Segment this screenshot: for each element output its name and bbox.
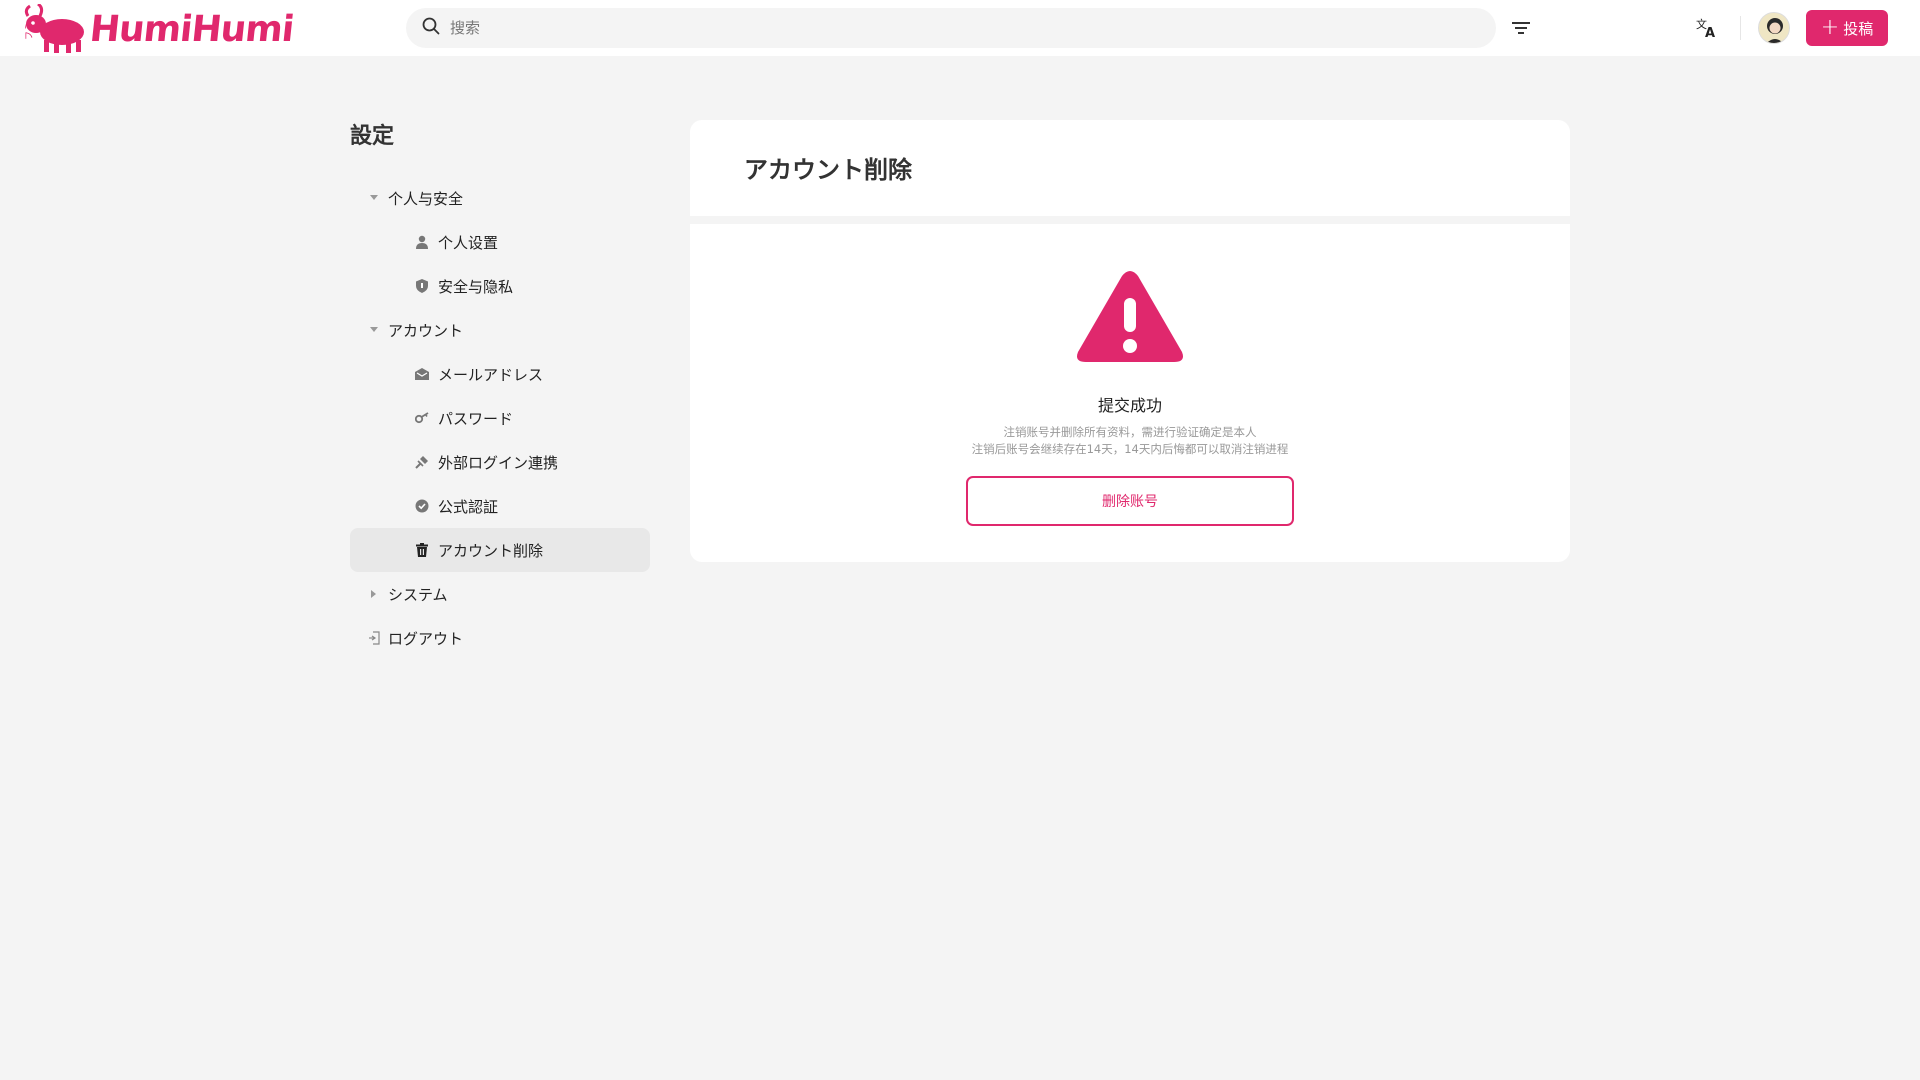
- nav-item-label: 安全与隐私: [438, 277, 514, 296]
- nav-item-label: パスワード: [438, 409, 514, 428]
- nav-item-personal-settings[interactable]: 个人设置: [350, 220, 650, 264]
- description-line: 注销账号并删除所有资料，需进行验证确定是本人: [1003, 425, 1257, 439]
- nav-item-label: 公式認証: [438, 497, 499, 516]
- mail-icon: [414, 366, 430, 382]
- nav-item-logout[interactable]: ログアウト: [350, 616, 650, 660]
- svg-text:フミ: フミ: [25, 22, 35, 40]
- chevron-down-icon: [366, 195, 382, 201]
- logout-icon: [366, 631, 382, 645]
- settings-title: 設定: [350, 124, 395, 149]
- result-description: 注销账号并删除所有资料，需进行验证确定是本人 注销后账号会继续存在14天，14天…: [690, 424, 1570, 458]
- nav-item-password[interactable]: パスワード: [350, 396, 650, 440]
- nav-item-label: アカウント削除: [438, 541, 544, 560]
- post-button-label: 投稿: [1843, 19, 1874, 38]
- page-header-card: アカウント削除: [690, 120, 1570, 216]
- link-icon: [414, 454, 430, 470]
- person-icon: [414, 234, 430, 250]
- header-divider: [1740, 16, 1741, 40]
- settings-nav: 个人与安全 个人设置 安全与隐私 アカウント メールアドレス パスワード 外部ロ…: [350, 176, 650, 660]
- nav-group-account[interactable]: アカウント: [350, 308, 650, 352]
- nav-group-label: システム: [388, 585, 448, 604]
- verified-icon: [414, 498, 430, 514]
- result-title: 提交成功: [1097, 396, 1162, 415]
- brand-wordmark: HumiHumi: [87, 8, 296, 50]
- nav-group-personal-security[interactable]: 个人与安全: [350, 176, 650, 220]
- nav-item-email[interactable]: メールアドレス: [350, 352, 650, 396]
- description-line: 注销后账号会继续存在14天，14天内后悔都可以取消注销进程: [971, 442, 1289, 456]
- warning-icon: [1074, 270, 1186, 366]
- nav-item-official-verification[interactable]: 公式認証: [350, 484, 650, 528]
- nav-item-label: メールアドレス: [438, 365, 544, 384]
- filter-icon[interactable]: [1508, 14, 1534, 42]
- shield-icon: [414, 278, 430, 294]
- page-title: アカウント削除: [744, 156, 912, 184]
- nav-item-label: 个人设置: [438, 233, 499, 252]
- search-icon: [422, 17, 440, 39]
- chevron-right-icon: [366, 590, 382, 598]
- trash-icon: [414, 542, 430, 558]
- delete-account-button[interactable]: 删除账号: [966, 476, 1294, 526]
- bull-logo-icon: フミ: [22, 2, 88, 54]
- search-bar[interactable]: [406, 8, 1496, 48]
- svg-text:A: A: [1705, 26, 1715, 39]
- nav-item-security-privacy[interactable]: 安全与隐私: [350, 264, 650, 308]
- result-card: 提交成功 注销账号并删除所有资料，需进行验证确定是本人 注销后账号会继续存在14…: [690, 224, 1570, 562]
- nav-item-account-delete[interactable]: アカウント削除: [350, 528, 650, 572]
- humihumi-logo[interactable]: フミ HumiHumi: [22, 2, 296, 54]
- nav-item-label: 外部ログイン連携: [438, 453, 559, 472]
- plus-icon: +: [1820, 15, 1840, 40]
- logout-label: ログアウト: [388, 629, 464, 648]
- nav-group-label: 个人与安全: [388, 189, 464, 208]
- nav-item-external-login[interactable]: 外部ログイン連携: [350, 440, 650, 484]
- key-icon: [414, 410, 430, 426]
- post-button[interactable]: + 投稿: [1806, 10, 1888, 46]
- avatar[interactable]: [1758, 12, 1790, 44]
- translate-icon[interactable]: 文 A: [1694, 14, 1722, 42]
- nav-group-system[interactable]: システム: [350, 572, 650, 616]
- search-input[interactable]: [450, 19, 1350, 37]
- chevron-down-icon: [366, 327, 382, 333]
- top-bar: フミ HumiHumi 文 A + 投稿: [0, 0, 1920, 56]
- nav-group-label: アカウント: [388, 321, 464, 340]
